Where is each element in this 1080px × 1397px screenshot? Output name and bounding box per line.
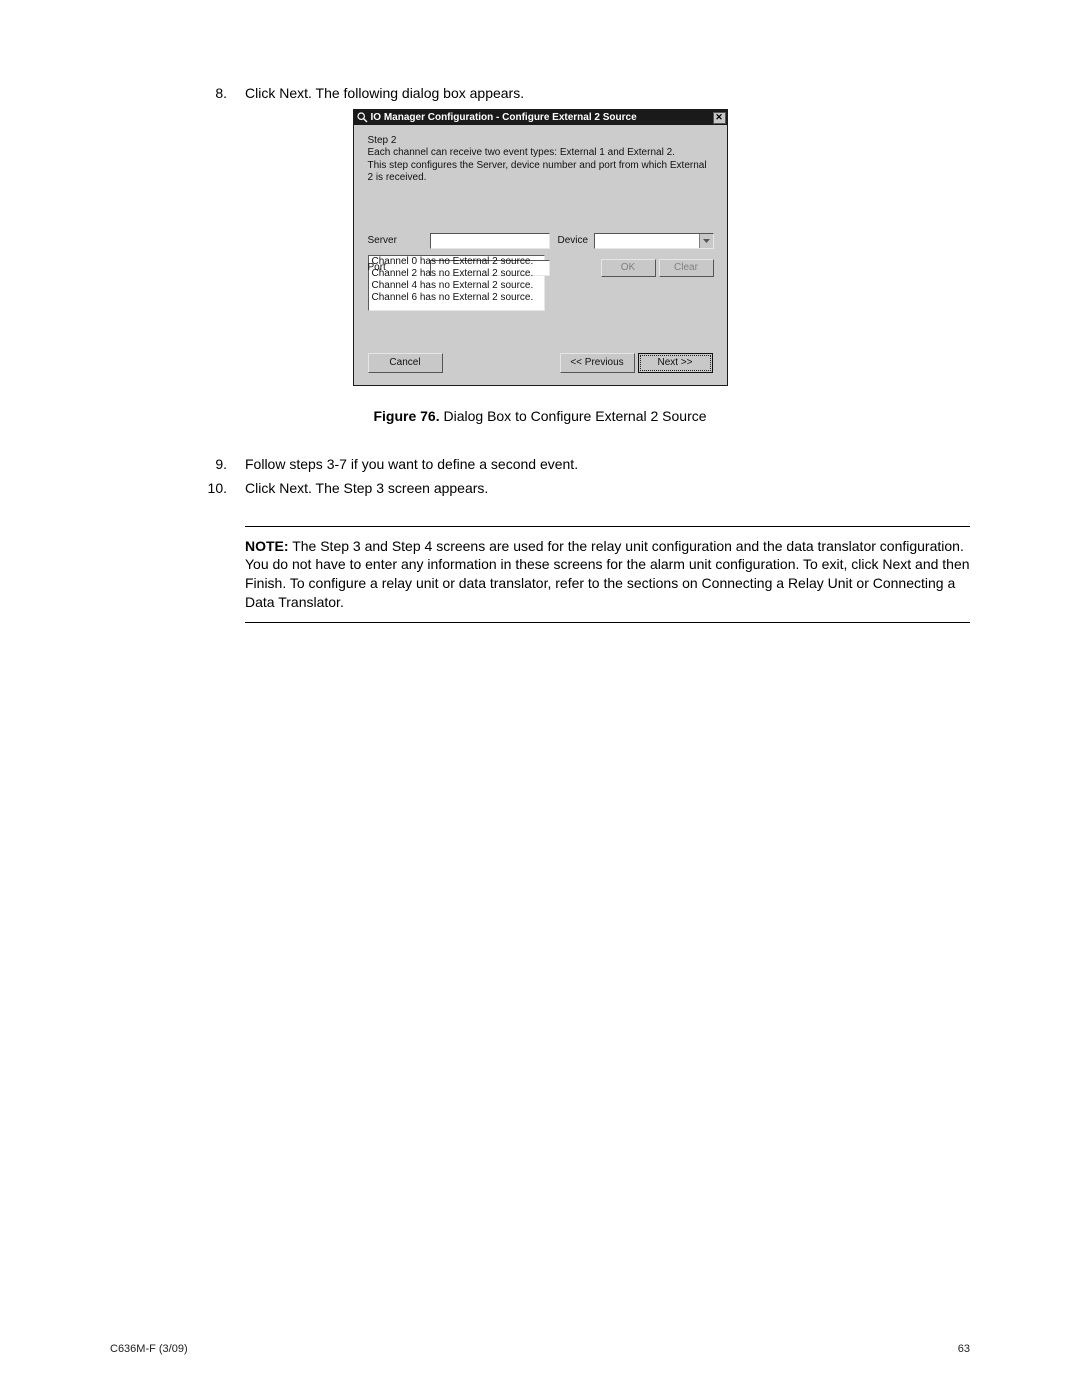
step-text: Follow steps 3-7 if you want to define a… xyxy=(245,456,970,472)
step-number: 9. xyxy=(110,456,245,472)
dialog-container: IO Manager Configuration - Configure Ext… xyxy=(110,109,970,386)
close-button[interactable]: ✕ xyxy=(713,112,726,124)
magnifier-icon xyxy=(357,112,368,123)
step-10: 10. Click Next. The Step 3 screen appear… xyxy=(110,480,970,496)
dialog-title: IO Manager Configuration - Configure Ext… xyxy=(371,112,713,123)
channel-status-item: Channel 2 has no External 2 source. xyxy=(372,268,541,280)
server-label: Server xyxy=(368,235,430,246)
step-number: 10. xyxy=(110,480,245,496)
ok-button[interactable]: OK xyxy=(601,259,656,277)
note-label: NOTE: xyxy=(245,538,289,554)
page-footer: C636M-F (3/09) 63 xyxy=(110,1343,970,1355)
step-text: Click Next. The following dialog box app… xyxy=(245,85,970,101)
channel-status-item: Channel 6 has no External 2 source. xyxy=(372,292,541,304)
device-label: Device xyxy=(550,235,594,246)
server-input[interactable] xyxy=(430,233,550,249)
dialog-description: Each channel can receive two event types… xyxy=(368,147,713,185)
note-body: The Step 3 and Step 4 screens are used f… xyxy=(245,538,970,611)
next-button[interactable]: Next >> xyxy=(638,353,713,373)
dialog-desc-line2: This step configures the Server, device … xyxy=(368,160,707,184)
note-block: NOTE: The Step 3 and Step 4 screens are … xyxy=(245,526,970,624)
step-9: 9. Follow steps 3-7 if you want to defin… xyxy=(110,456,970,472)
io-manager-dialog: IO Manager Configuration - Configure Ext… xyxy=(353,109,728,386)
device-select[interactable] xyxy=(594,233,714,249)
dialog-titlebar: IO Manager Configuration - Configure Ext… xyxy=(354,110,727,125)
dialog-desc-line1: Each channel can receive two event types… xyxy=(368,147,675,158)
footer-pagenum: 63 xyxy=(958,1343,970,1355)
figure-caption-text: Dialog Box to Configure External 2 Sourc… xyxy=(440,408,707,424)
figure-caption: Figure 76. Dialog Box to Configure Exter… xyxy=(110,408,970,424)
previous-button[interactable]: << Previous xyxy=(560,353,635,373)
dialog-body: Step 2 Each channel can receive two even… xyxy=(354,125,727,385)
channel-status-item: Channel 4 has no External 2 source. xyxy=(372,280,541,292)
channel-status-list: Channel 0 has no External 2 source. Chan… xyxy=(368,255,545,311)
chevron-down-icon xyxy=(699,234,713,248)
footer-left: C636M-F (3/09) xyxy=(110,1343,188,1355)
step-number: 8. xyxy=(110,85,245,101)
step-text: Click Next. The Step 3 screen appears. xyxy=(245,480,970,496)
channel-status-item: Channel 0 has no External 2 source. xyxy=(372,256,541,268)
cancel-button[interactable]: Cancel xyxy=(368,353,443,373)
dialog-step-label: Step 2 xyxy=(368,135,713,146)
step-8: 8. Click Next. The following dialog box … xyxy=(110,85,970,101)
clear-button[interactable]: Clear xyxy=(659,259,714,277)
figure-label: Figure 76. xyxy=(373,408,439,424)
